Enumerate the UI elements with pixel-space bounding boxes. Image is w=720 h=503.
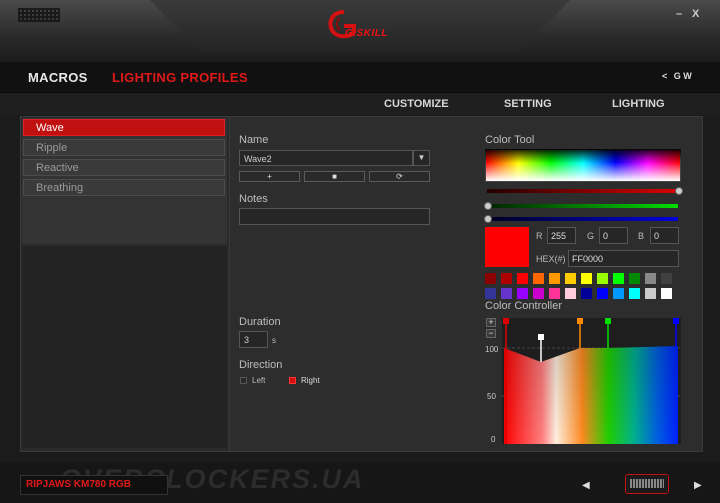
color-spectrum-shade [485, 149, 681, 163]
tab-lighting[interactable]: LIGHTING [612, 98, 665, 110]
color-preset-swatch[interactable] [533, 273, 544, 284]
nav-tools-label[interactable]: G W [674, 71, 692, 81]
g-field[interactable]: 0 [599, 227, 628, 244]
profile-item-reactive[interactable]: Reactive [23, 159, 225, 176]
color-preset-swatch[interactable] [485, 273, 496, 284]
color-preset-swatch[interactable] [533, 288, 544, 299]
r-label: R [536, 231, 543, 241]
zoom-in-button[interactable]: + [486, 318, 496, 327]
color-preset-swatch[interactable] [549, 288, 560, 299]
color-preset-swatch[interactable] [613, 288, 624, 299]
blue-slider-knob[interactable] [484, 215, 492, 223]
profile-item-breathing[interactable]: Breathing [23, 179, 225, 196]
b-label: B [638, 231, 645, 241]
direction-label: Direction [239, 359, 283, 371]
duration-unit: s [272, 336, 276, 345]
minimize-button[interactable]: – [676, 8, 682, 20]
tab-macros[interactable]: MACROS [28, 70, 88, 85]
zoom-out-button[interactable]: − [486, 329, 496, 338]
color-preset-swatch[interactable] [485, 288, 496, 299]
color-preset-swatch[interactable] [645, 288, 656, 299]
profile-item-ripple[interactable]: Ripple [23, 139, 225, 156]
current-color-swatch [485, 227, 529, 267]
green-slider[interactable] [487, 204, 678, 208]
y-tick-50: 50 [487, 392, 496, 401]
color-preset-swatch[interactable] [501, 273, 512, 284]
color-preset-swatch[interactable] [661, 288, 672, 299]
name-dropdown-chevron-icon[interactable]: ▼ [413, 150, 430, 166]
duration-label: Duration [239, 316, 281, 328]
profile-panel-empty-area [22, 246, 227, 448]
direction-left-radio[interactable] [240, 377, 247, 384]
color-preset-swatch[interactable] [549, 273, 560, 284]
reset-profile-button[interactable]: ⟳ [369, 171, 430, 182]
color-preset-swatch[interactable] [629, 288, 640, 299]
color-preset-swatch[interactable] [581, 273, 592, 284]
color-controller-label: Color Controller [485, 300, 563, 312]
prev-device-arrow-icon[interactable]: ◀ [582, 480, 590, 491]
color-preset-swatch[interactable] [597, 288, 608, 299]
direction-right-radio[interactable] [289, 377, 296, 384]
color-preset-swatch[interactable] [565, 273, 576, 284]
profile-item-wave[interactable]: Wave [23, 119, 225, 136]
notes-field[interactable] [239, 208, 430, 225]
y-tick-100: 100 [485, 345, 499, 354]
close-button[interactable]: X [692, 8, 699, 20]
color-preset-swatch[interactable] [597, 273, 608, 284]
device-name: RIPJAWS KM780 RGB [26, 479, 132, 490]
nav-tools: < G W [662, 71, 692, 81]
brand-name: G.SKILL [345, 28, 388, 39]
delete-profile-button[interactable]: ■ [304, 171, 365, 182]
red-slider[interactable] [487, 189, 678, 193]
r-field[interactable]: 255 [547, 227, 576, 244]
tab-setting[interactable]: SETTING [504, 98, 552, 110]
speaker-grille-decoration [18, 8, 60, 22]
name-label: Name [239, 134, 269, 146]
red-slider-knob[interactable] [675, 187, 683, 195]
direction-right-label[interactable]: Right [301, 376, 320, 385]
color-gradient-graph[interactable] [502, 316, 681, 444]
hex-field[interactable]: FF0000 [568, 250, 679, 267]
color-preset-swatch[interactable] [629, 273, 640, 284]
next-device-arrow-icon[interactable]: ▶ [694, 480, 702, 491]
color-preset-swatch[interactable] [565, 288, 576, 299]
notes-label: Notes [239, 193, 268, 205]
color-preset-swatch[interactable] [517, 273, 528, 284]
tab-customize[interactable]: CUSTOMIZE [384, 98, 449, 110]
hex-label: HEX(#) [536, 254, 566, 264]
blue-slider[interactable] [487, 217, 678, 221]
color-preset-swatch[interactable] [613, 273, 624, 284]
name-field[interactable]: Wave2 [239, 150, 413, 166]
y-tick-0: 0 [491, 435, 496, 444]
keyboard-thumbnail-icon[interactable] [625, 474, 669, 494]
g-label: G [587, 231, 595, 241]
color-preset-swatch[interactable] [517, 288, 528, 299]
color-preset-swatch[interactable] [661, 273, 672, 284]
color-preset-swatch[interactable] [501, 288, 512, 299]
direction-left-label[interactable]: Left [252, 376, 265, 385]
tab-lighting-profiles[interactable]: LIGHTING PROFILES [112, 70, 248, 85]
share-icon[interactable]: < [662, 71, 667, 81]
color-preset-swatch[interactable] [645, 273, 656, 284]
duration-field[interactable]: 3 [239, 331, 268, 348]
color-preset-swatch[interactable] [581, 288, 592, 299]
add-profile-button[interactable]: + [239, 171, 300, 182]
b-field[interactable]: 0 [650, 227, 679, 244]
color-tool-label: Color Tool [485, 134, 535, 146]
main-nav [0, 62, 720, 93]
green-slider-knob[interactable] [484, 202, 492, 210]
